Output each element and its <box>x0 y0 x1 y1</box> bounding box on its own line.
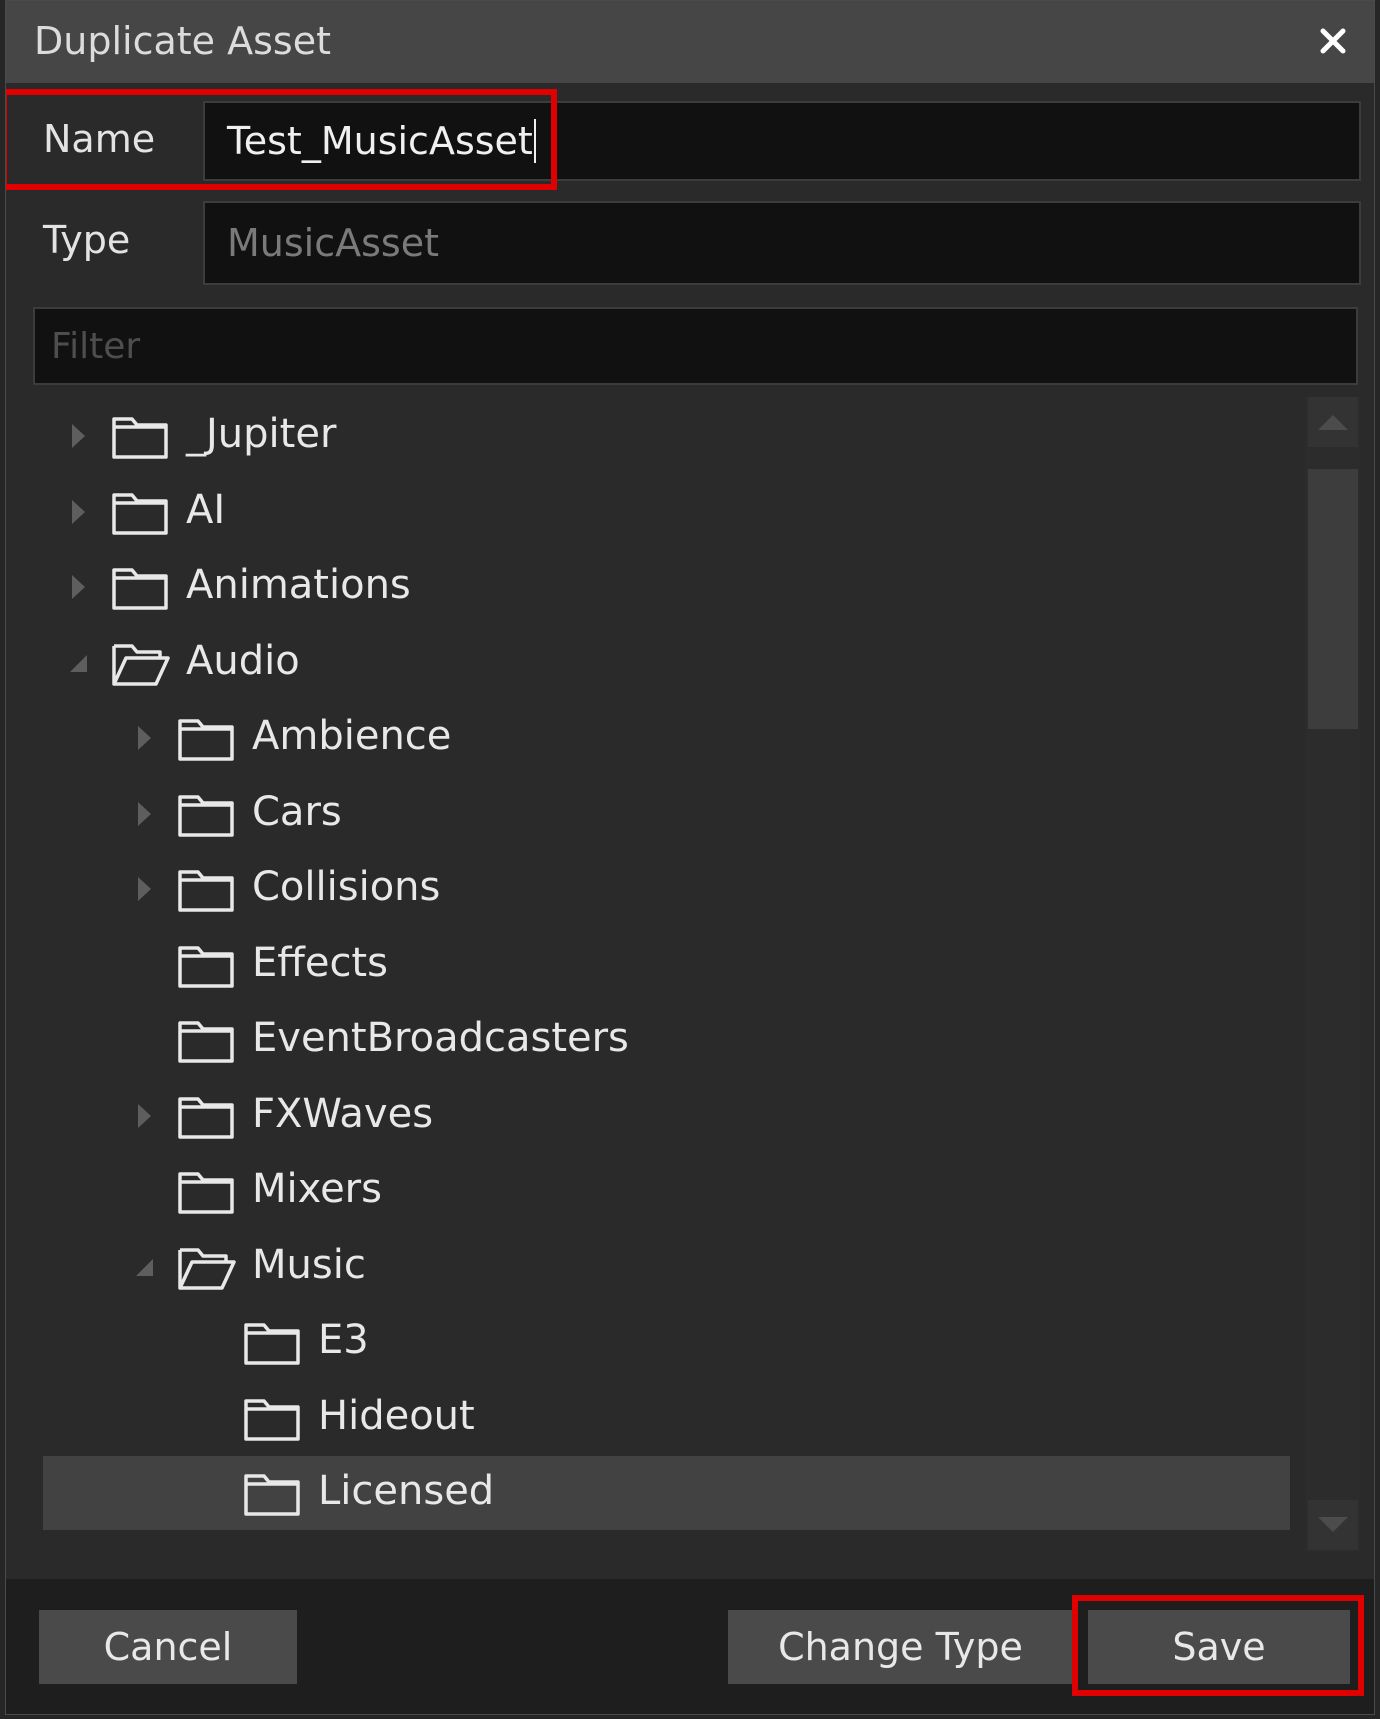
dialog-footer: Cancel Change Type Save <box>6 1579 1374 1714</box>
save-button[interactable]: Save <box>1088 1610 1350 1684</box>
close-button[interactable] <box>1308 11 1358 71</box>
folder-open-icon <box>110 638 170 688</box>
expanded-arrow-icon[interactable] <box>63 643 93 683</box>
cancel-button[interactable]: Cancel <box>39 1610 297 1684</box>
folder-icon <box>110 411 170 461</box>
scroll-up-button[interactable] <box>1308 397 1358 447</box>
tree-item[interactable]: EventBroadcasters <box>43 1003 1290 1077</box>
tree-item-label: FXWaves <box>252 1091 434 1137</box>
tree-item[interactable]: Music <box>43 1230 1290 1304</box>
tree-item-label: Audio <box>186 638 300 684</box>
collapsed-arrow-icon[interactable] <box>63 567 93 607</box>
tree-item-label: EventBroadcasters <box>252 1015 629 1061</box>
collapsed-arrow-icon[interactable] <box>63 492 93 532</box>
tree-item-label: Effects <box>252 940 388 986</box>
folder-icon <box>176 940 236 990</box>
tree-item[interactable]: AI <box>43 475 1290 549</box>
tree-item-label: Ambience <box>252 713 452 759</box>
tree-item-label: Mixers <box>252 1166 382 1212</box>
change-type-button[interactable]: Change Type <box>728 1610 1073 1684</box>
name-label: Name <box>43 117 156 161</box>
type-label: Type <box>43 218 131 262</box>
folder-icon <box>242 1468 302 1518</box>
tree-item-label: Licensed <box>318 1468 495 1514</box>
tree-item[interactable]: Hideout <box>43 1381 1290 1455</box>
folder-icon <box>110 487 170 537</box>
tree-item[interactable]: Audio <box>43 626 1290 700</box>
filter-input[interactable] <box>33 307 1358 385</box>
tree-item-label: AI <box>186 487 226 533</box>
tree-item[interactable]: Ambience <box>43 701 1290 775</box>
scroll-thumb[interactable] <box>1308 469 1358 729</box>
name-input[interactable]: Test_MusicAsset <box>203 101 1361 181</box>
expanded-arrow-icon[interactable] <box>129 1247 159 1287</box>
folder-open-icon <box>176 1242 236 1292</box>
tree-item[interactable]: Mixers <box>43 1154 1290 1228</box>
folder-icon <box>176 864 236 914</box>
tree-item[interactable]: Cars <box>43 777 1290 851</box>
type-field-value: MusicAsset <box>227 221 439 265</box>
tree-item-label: Cars <box>252 789 342 835</box>
scroll-down-icon <box>1318 1517 1348 1532</box>
tree-item[interactable]: E3 <box>43 1305 1290 1379</box>
text-caret <box>533 119 536 163</box>
tree-item-label: Music <box>252 1242 366 1288</box>
tree-item-label: _Jupiter <box>186 411 337 457</box>
tree-item-label: E3 <box>318 1317 369 1363</box>
folder-tree: _Jupiter AI Animations Audio Ambience Cars Col… <box>43 399 1290 1542</box>
name-input-value: Test_MusicAsset <box>227 119 533 163</box>
collapsed-arrow-icon[interactable] <box>129 1096 159 1136</box>
tree-item[interactable]: Effects <box>43 928 1290 1002</box>
tree-item[interactable]: Collisions <box>43 852 1290 926</box>
close-icon <box>1320 28 1346 54</box>
tree-item[interactable]: _Jupiter <box>43 399 1290 473</box>
scroll-up-icon <box>1318 415 1348 430</box>
tree-item-label: Animations <box>186 562 411 608</box>
dialog-title: Duplicate Asset <box>34 19 331 63</box>
folder-icon <box>110 562 170 612</box>
folder-icon <box>242 1393 302 1443</box>
collapsed-arrow-icon[interactable] <box>129 869 159 909</box>
collapsed-arrow-icon[interactable] <box>129 718 159 758</box>
tree-item-label: Hideout <box>318 1393 475 1439</box>
tree-scrollbar[interactable] <box>1305 397 1360 1552</box>
folder-icon <box>176 1166 236 1216</box>
folder-icon <box>176 1015 236 1065</box>
collapsed-arrow-icon[interactable] <box>129 794 159 834</box>
duplicate-asset-dialog: Duplicate Asset Name Test_MusicAsset Typ… <box>5 0 1375 1715</box>
title-bar: Duplicate Asset <box>6 1 1374 83</box>
tree-item[interactable]: Animations <box>43 550 1290 624</box>
tree-item[interactable]: Licensed <box>43 1456 1290 1530</box>
tree-item-label: Collisions <box>252 864 441 910</box>
type-field: MusicAsset <box>203 201 1361 285</box>
scroll-down-button[interactable] <box>1308 1500 1358 1550</box>
folder-icon <box>176 1091 236 1141</box>
folder-icon <box>176 789 236 839</box>
tree-item[interactable]: FXWaves <box>43 1079 1290 1153</box>
folder-icon <box>242 1317 302 1367</box>
collapsed-arrow-icon[interactable] <box>63 416 93 456</box>
folder-icon <box>176 713 236 763</box>
